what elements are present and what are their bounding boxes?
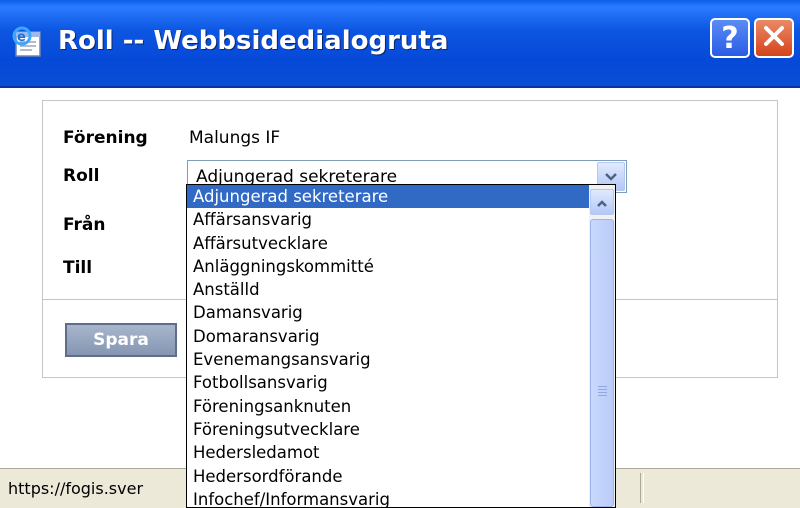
dropdown-options: Adjungerad sekreterare Affärsansvarig Affä… — [187, 185, 613, 507]
scroll-up-button[interactable] — [590, 189, 614, 215]
dropdown-option[interactable]: Damansvarig — [187, 301, 613, 324]
dropdown-scrollbar[interactable] — [589, 185, 615, 507]
status-divider — [640, 473, 644, 503]
dropdown-option[interactable]: Adjungerad sekreterare — [187, 185, 613, 209]
chevron-up-icon — [596, 193, 608, 212]
save-button[interactable]: Spara — [65, 323, 177, 357]
scroll-grip — [598, 389, 607, 390]
scroll-grip — [598, 392, 607, 393]
till-label: Till — [63, 258, 93, 278]
status-url: https://fogis.sver — [8, 479, 144, 498]
dropdown-option[interactable]: Infochef/Informansvarig — [187, 488, 613, 507]
scroll-grip — [598, 395, 607, 396]
dropdown-option[interactable]: Domaransvarig — [187, 325, 613, 348]
dropdown-option[interactable]: Anställd — [187, 278, 613, 301]
dropdown-option[interactable]: Hedersordförande — [187, 465, 613, 488]
dropdown-option[interactable]: Evenemangsansvarig — [187, 348, 613, 371]
dropdown-option[interactable]: Affärsansvarig — [187, 208, 613, 231]
dropdown-option[interactable]: Föreningsutvecklare — [187, 418, 613, 441]
scroll-thumb[interactable] — [590, 219, 614, 507]
forening-value: Malungs IF — [189, 128, 281, 148]
ie-page-icon: e — [12, 26, 46, 58]
roll-label: Roll — [63, 166, 100, 186]
fran-label: Från — [63, 215, 106, 235]
save-button-label: Spara — [93, 330, 149, 350]
title-bar[interactable]: e Roll -- Webbsidedialogruta ? — [0, 0, 800, 88]
dropdown-option[interactable]: Affärsutvecklare — [187, 232, 613, 255]
forening-label: Förening — [63, 128, 148, 148]
close-button[interactable] — [754, 18, 794, 58]
dropdown-option[interactable]: Fotbollsansvarig — [187, 371, 613, 394]
close-icon — [762, 21, 786, 56]
help-button[interactable]: ? — [710, 18, 750, 58]
dropdown-option[interactable]: Föreningsanknuten — [187, 395, 613, 418]
scroll-grip — [598, 386, 607, 387]
roll-dropdown-list[interactable]: Adjungerad sekreterare Affärsansvarig Affä… — [186, 184, 616, 508]
dropdown-option[interactable]: Hedersledamot — [187, 441, 613, 464]
svg-text:e: e — [17, 30, 26, 45]
help-label: ? — [721, 20, 739, 56]
window-title: Roll -- Webbsidedialogruta — [58, 26, 449, 56]
dropdown-option[interactable]: Anläggningskommitté — [187, 255, 613, 278]
